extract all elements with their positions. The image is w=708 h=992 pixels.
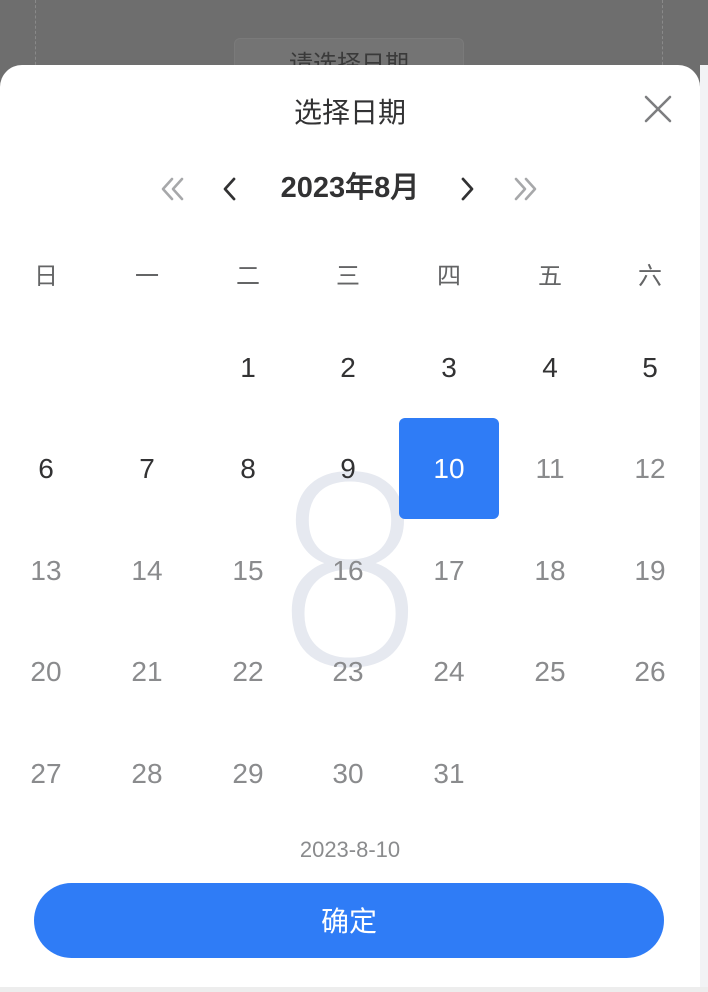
selected-date-text: 2023-8-10 [299,837,401,862]
next-year-icon[interactable] [508,167,540,211]
calendar-day-disabled: 17 [433,555,465,586]
weekday-label: 三 [336,263,360,290]
next-month-icon[interactable] [455,167,479,211]
calendar-day-disabled: 28 [131,758,163,789]
weekday-label: 日 [34,263,58,290]
date-picker-sheet: 选择日期 2023年8月 日 一 二 三 四 五 六 8 1 2 3 4 5 6… [0,65,700,987]
prev-month-icon[interactable] [218,167,242,211]
current-month-label: 2023年8月 [280,172,420,204]
calendar-day[interactable]: 6 [0,419,96,519]
calendar-day[interactable]: 7 [97,419,197,519]
calendar-day-disabled: 26 [634,656,666,687]
calendar-day-disabled: 31 [433,758,465,789]
calendar-day-disabled: 30 [332,758,364,789]
close-icon[interactable] [640,91,676,127]
calendar-day-disabled: 14 [131,555,163,586]
calendar-day[interactable]: 4 [500,318,600,418]
calendar-day-disabled: 19 [634,555,666,586]
weekday-label: 五 [538,263,562,290]
calendar-day-disabled: 12 [634,453,666,484]
calendar-day-disabled: 22 [232,656,264,687]
weekday-label: 二 [236,263,260,290]
calendar-day-disabled: 16 [332,555,364,586]
calendar-day-disabled: 25 [534,656,566,687]
background-dashed-border-left [35,0,36,70]
calendar-day-disabled: 15 [232,555,264,586]
picker-title: 选择日期 [293,97,406,128]
calendar-day-disabled: 27 [30,758,62,789]
calendar-day-disabled: 24 [433,656,465,687]
calendar-day[interactable]: 1 [198,318,298,418]
weekday-label: 四 [437,263,461,290]
weekday-label: 六 [638,263,662,290]
weekday-header: 日 一 二 三 四 五 六 [0,255,700,299]
calendar-day-disabled: 23 [332,656,364,687]
calendar-day-disabled: 11 [535,453,565,484]
confirm-button[interactable]: 确定 [34,883,664,958]
right-edge-strip [700,65,708,992]
calendar-day-disabled: 29 [232,758,264,789]
calendar-day-disabled: 13 [30,555,62,586]
weekday-label: 一 [135,263,159,290]
calendar-day-selected[interactable]: 10 [399,419,499,519]
calendar-day-disabled: 20 [30,656,62,687]
calendar-day[interactable]: 3 [399,318,499,418]
background-dashed-border-right [662,0,663,70]
calendar-day-disabled: 21 [131,656,163,687]
calendar-day-disabled: 18 [534,555,566,586]
calendar-day[interactable]: 9 [298,419,398,519]
prev-year-icon[interactable] [158,167,190,211]
calendar-day[interactable]: 8 [198,419,298,519]
bottom-edge-strip [0,987,708,992]
calendar-day[interactable]: 5 [600,318,700,418]
calendar-day[interactable]: 2 [298,318,398,418]
